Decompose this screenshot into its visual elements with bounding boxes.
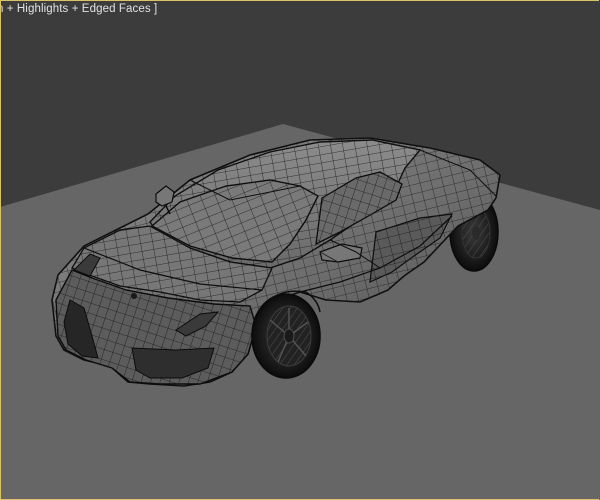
- perspective-viewport[interactable]: n + Highlights + Edged Faces ]: [0, 0, 600, 500]
- front-wheel[interactable]: [251, 293, 321, 379]
- front-emblem: [131, 293, 137, 299]
- viewport-shading-label[interactable]: n + Highlights + Edged Faces ]: [0, 3, 157, 15]
- viewport-scene[interactable]: [0, 0, 600, 500]
